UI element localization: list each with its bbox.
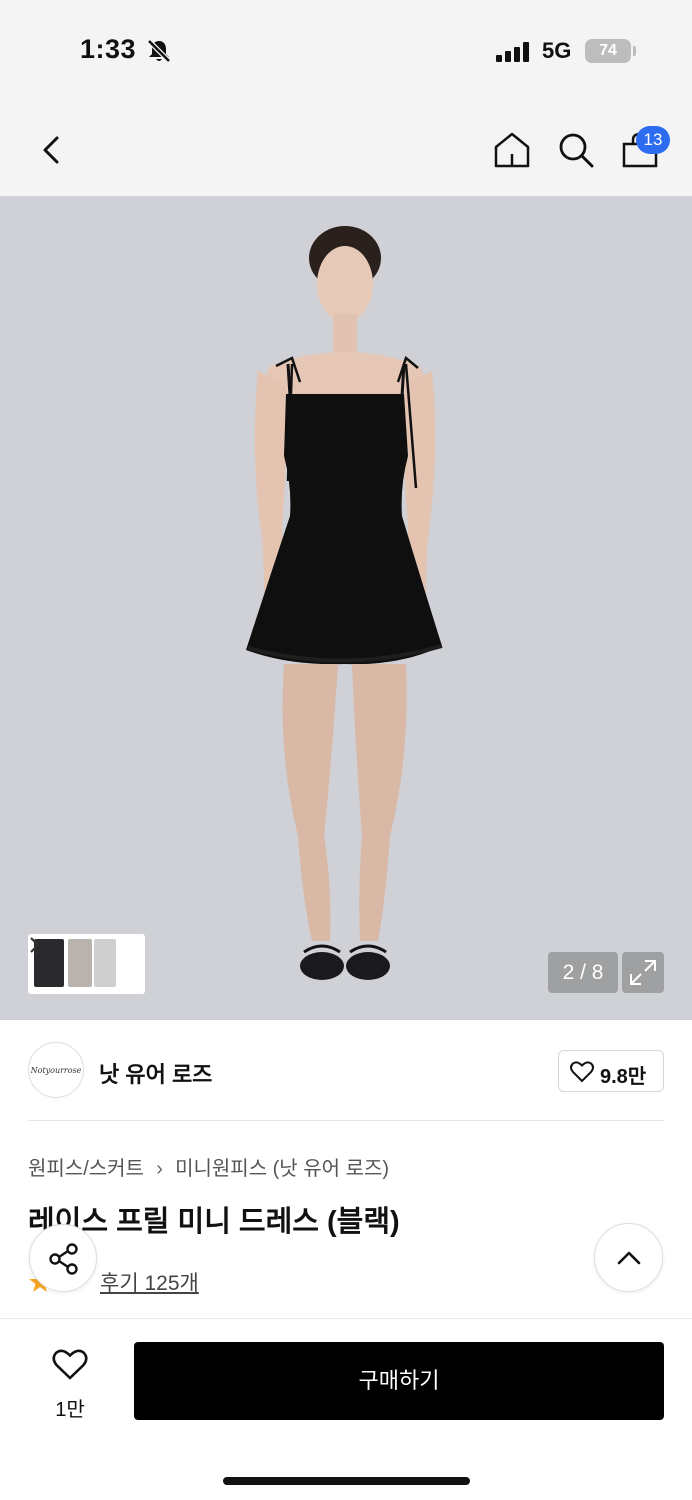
top-nav-bar — [0, 100, 692, 196]
battery-cap — [633, 46, 636, 56]
model-figure — [246, 226, 443, 980]
breadcrumb-subcategory[interactable]: 미니원피스 (낫 유어 로즈) — [175, 1158, 389, 1180]
home-indicator — [223, 1477, 470, 1485]
divider — [28, 1120, 664, 1121]
status-bar: 1:33 5G 74 — [0, 0, 692, 100]
brand-row[interactable]: Notyourrose 낫 유어 로즈 9.8만 — [28, 1042, 664, 1102]
chevron-right-icon[interactable] — [28, 934, 42, 956]
home-icon[interactable] — [492, 130, 532, 170]
bottom-action-bar: 1만 구매하기 — [0, 1318, 692, 1500]
thumbnail-strip[interactable] — [28, 934, 145, 994]
brand-name[interactable]: 낫 유어 로즈 — [99, 1057, 212, 1089]
share-button[interactable] — [29, 1224, 97, 1292]
cart-count-badge: 13 — [636, 126, 670, 154]
thumbnail-3[interactable] — [94, 939, 116, 987]
back-icon[interactable] — [34, 130, 74, 170]
scroll-to-top-button[interactable] — [594, 1223, 663, 1292]
search-icon[interactable] — [556, 130, 596, 170]
heart-icon — [52, 1349, 88, 1380]
brand-logo-text: Notyourrose — [30, 1066, 82, 1075]
battery-level: 74 — [599, 42, 617, 59]
fullscreen-button[interactable] — [622, 952, 664, 993]
buy-button[interactable]: 구매하기 — [134, 1342, 664, 1420]
wishlist-count: 1만 — [55, 1399, 85, 1421]
signal-icon — [496, 42, 529, 62]
breadcrumb: 원피스/스커트 › 미니원피스 (낫 유어 로즈) — [28, 1152, 389, 1181]
brand-like-count: 9.8만 — [600, 1066, 647, 1088]
product-photo — [246, 226, 443, 980]
status-time: 1:33 — [80, 34, 137, 64]
expand-icon — [630, 960, 656, 985]
thumbnail-2[interactable] — [68, 939, 92, 987]
battery-icon: 74 — [585, 39, 631, 63]
product-image-gallery[interactable]: 2 / 8 — [0, 196, 692, 1020]
bell-off-icon — [147, 39, 171, 63]
review-link[interactable]: 후기 125개 — [100, 1267, 199, 1297]
share-icon — [49, 1243, 78, 1275]
image-page-counter: 2 / 8 — [548, 952, 618, 993]
chevron-up-icon — [617, 1251, 641, 1265]
heart-icon — [570, 1061, 594, 1083]
network-type: 5G — [542, 38, 572, 63]
brand-logo[interactable]: Notyourrose — [28, 1042, 84, 1098]
wishlist-button[interactable]: 1만 — [40, 1349, 100, 1421]
brand-like-button[interactable]: 9.8만 — [558, 1050, 664, 1092]
chevron-right-icon: › — [156, 1158, 163, 1180]
breadcrumb-category[interactable]: 원피스/스커트 — [28, 1158, 144, 1180]
